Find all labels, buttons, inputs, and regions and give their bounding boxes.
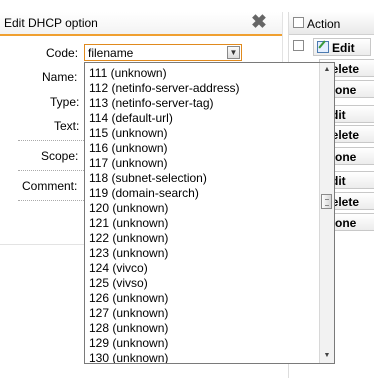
dropdown-option[interactable]: 123 (unknown) bbox=[89, 246, 240, 261]
text-label: Text: bbox=[54, 119, 80, 133]
dropdown-option[interactable]: 124 (vivco) bbox=[89, 261, 240, 276]
dropdown-option[interactable]: 129 (unknown) bbox=[89, 336, 240, 351]
dropdown-option[interactable]: 114 (default-url) bbox=[89, 111, 240, 126]
scroll-up-icon[interactable]: ▲ bbox=[321, 64, 333, 76]
dropdown-option[interactable]: 117 (unknown) bbox=[89, 156, 240, 171]
type-label: Type: bbox=[50, 95, 80, 109]
dropdown-option[interactable]: 126 (unknown) bbox=[89, 291, 240, 306]
dropdown-option[interactable]: 116 (unknown) bbox=[89, 141, 240, 156]
dialog-header: Edit DHCP option ✖ bbox=[0, 12, 282, 36]
dropdown-option[interactable]: 119 (domain-search) bbox=[89, 186, 240, 201]
scrollbar-thumb[interactable] bbox=[321, 194, 332, 209]
code-dropdown-list[interactable]: 111 (unknown) 112 (netinfo-server-address… bbox=[84, 62, 335, 364]
dialog-title: Edit DHCP option bbox=[4, 16, 98, 30]
select-all-checkbox[interactable] bbox=[293, 17, 304, 28]
action-column-header: Action bbox=[289, 12, 374, 35]
close-icon[interactable]: ✖ bbox=[250, 13, 268, 32]
code-label: Code: bbox=[46, 46, 79, 60]
dropdown-option[interactable]: 118 (subnet-selection) bbox=[89, 171, 240, 186]
edit-icon bbox=[317, 41, 329, 53]
dropdown-option[interactable]: 113 (netinfo-server-tag) bbox=[89, 96, 240, 111]
dropdown-option[interactable]: 115 (unknown) bbox=[89, 126, 240, 141]
comment-label: Comment: bbox=[22, 179, 78, 193]
dropdown-option[interactable]: 130 (unknown) bbox=[89, 351, 240, 363]
dropdown-option[interactable]: 120 (unknown) bbox=[89, 201, 240, 216]
dropdown-option[interactable]: 112 (netinfo-server-address) bbox=[89, 81, 240, 96]
row-checkbox[interactable] bbox=[293, 40, 304, 51]
dropdown-option[interactable]: 122 (unknown) bbox=[89, 231, 240, 246]
dropdown-option[interactable]: 125 (vivso) bbox=[89, 276, 240, 291]
edit-button[interactable]: Edit bbox=[313, 38, 371, 56]
code-select-value: filename bbox=[88, 46, 134, 60]
action-header-label: Action bbox=[307, 17, 341, 31]
scroll-down-icon[interactable]: ▼ bbox=[321, 350, 333, 362]
name-label: Name: bbox=[42, 70, 78, 84]
dropdown-option[interactable]: 128 (unknown) bbox=[89, 321, 240, 336]
chevron-down-icon[interactable]: ▼ bbox=[227, 46, 240, 59]
dropdown-option[interactable]: 111 (unknown) bbox=[89, 66, 240, 81]
scope-label: Scope: bbox=[41, 149, 79, 163]
dropdown-scrollbar[interactable]: ▲ ▼ bbox=[319, 63, 334, 363]
code-select[interactable]: filename ▼ bbox=[84, 44, 242, 61]
dropdown-options: 111 (unknown) 112 (netinfo-server-address… bbox=[89, 66, 240, 363]
dropdown-option[interactable]: 121 (unknown) bbox=[89, 216, 240, 231]
dropdown-option[interactable]: 127 (unknown) bbox=[89, 306, 240, 321]
